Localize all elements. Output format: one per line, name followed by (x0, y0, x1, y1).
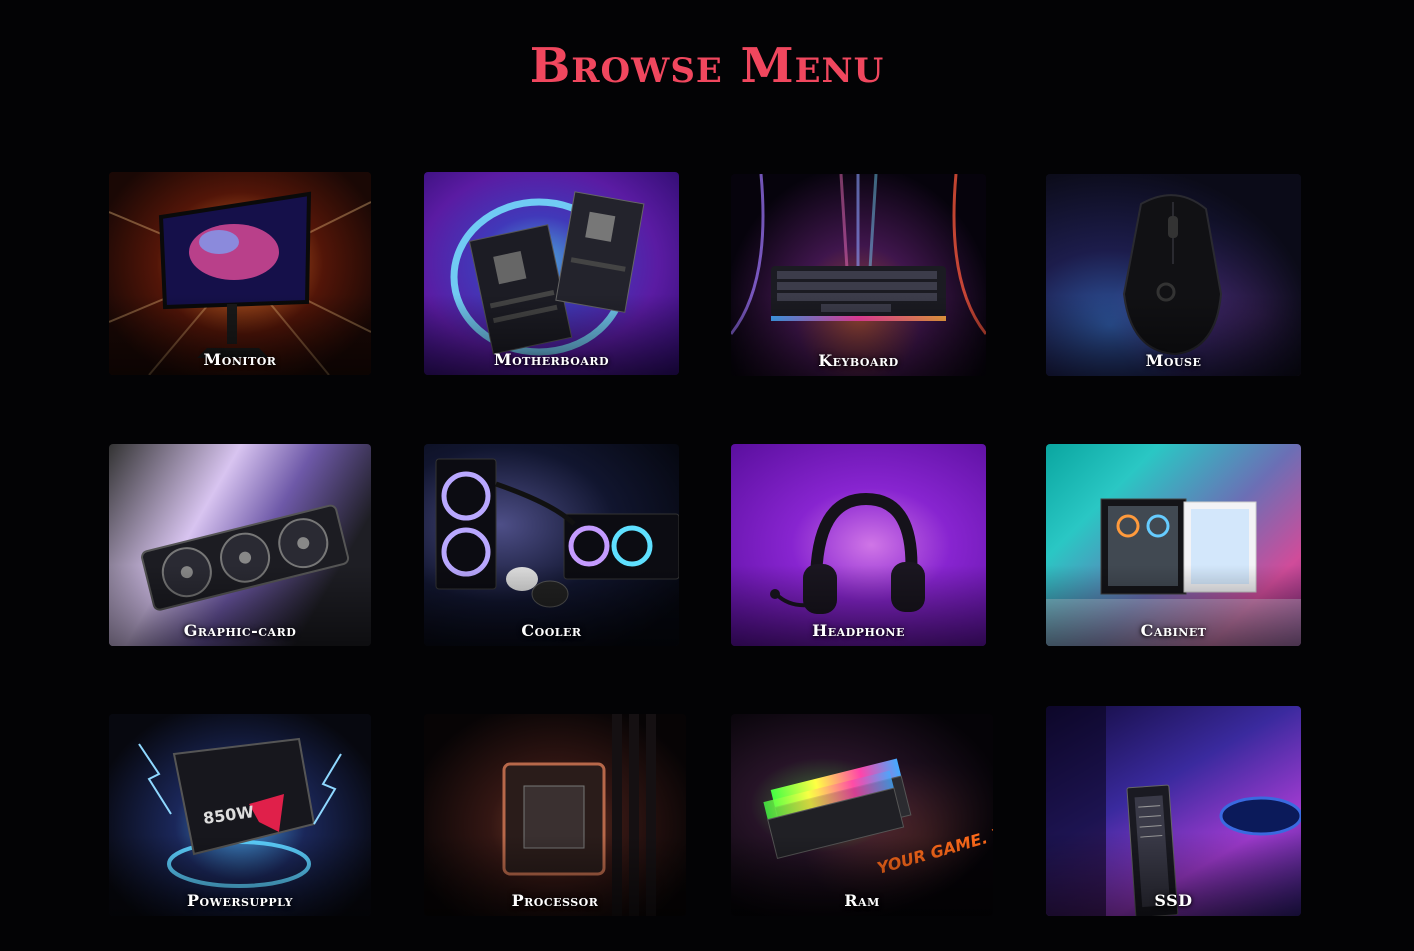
category-card-motherboard[interactable]: Motherboard (424, 172, 679, 375)
category-label: Ram (844, 891, 880, 910)
browse-menu-page: Browse Menu Monitor Motherboard Keyboard… (0, 0, 1414, 951)
category-label: Mouse (1145, 351, 1202, 370)
category-label: Keyboard (818, 351, 899, 370)
category-label: Cabinet (1140, 621, 1207, 640)
page-title: Browse Menu (529, 38, 885, 94)
category-label: Headphone (812, 621, 905, 640)
category-label: Graphic-card (183, 621, 297, 640)
category-card-processor[interactable]: Processor (424, 714, 686, 916)
category-card-graphic-card[interactable]: Graphic-card (109, 444, 371, 646)
category-label: Motherboard (493, 350, 610, 369)
category-card-cooler[interactable]: Cooler (424, 444, 679, 646)
category-card-keyboard[interactable]: Keyboard (731, 174, 986, 376)
category-card-monitor[interactable]: Monitor (109, 172, 371, 375)
category-label: Powersupply (187, 891, 293, 910)
category-label: Processor (511, 891, 599, 910)
category-card-ram[interactable]: YOUR GAME. YOUR WAY. Ram (731, 714, 993, 916)
category-card-ssd[interactable]: SSD (1046, 706, 1301, 916)
category-card-cabinet[interactable]: Cabinet (1046, 444, 1301, 646)
category-label: Monitor (203, 350, 277, 369)
category-card-mouse[interactable]: Mouse (1046, 174, 1301, 376)
category-label: Cooler (521, 621, 582, 640)
category-label: SSD (1154, 891, 1193, 910)
category-card-headphone[interactable]: Headphone (731, 444, 986, 646)
category-card-powersupply[interactable]: 850W Powersupply (109, 714, 371, 916)
